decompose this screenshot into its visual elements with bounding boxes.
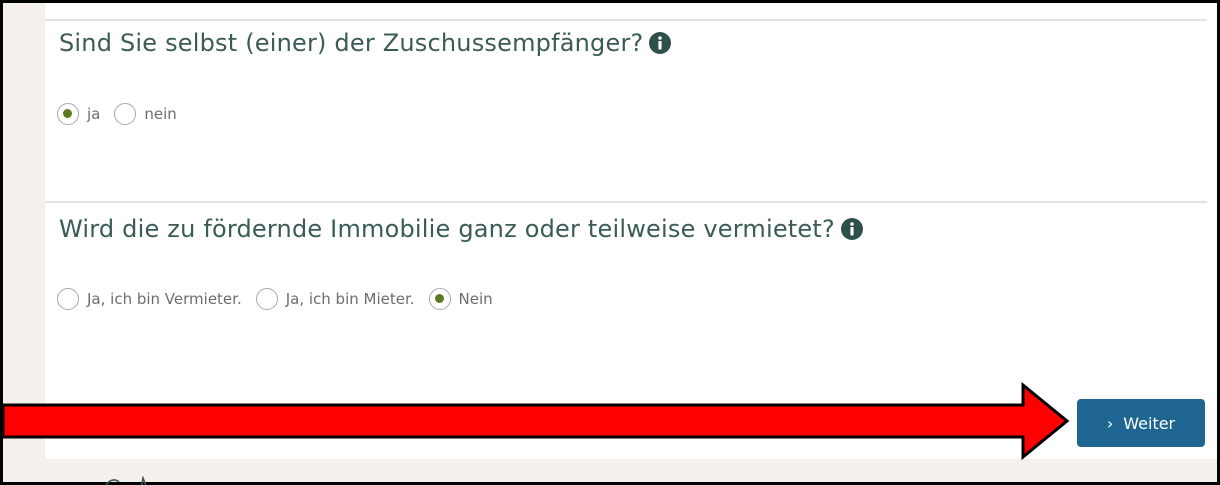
- info-icon[interactable]: [649, 32, 672, 54]
- question-2-text: Wird die zu fördernde Immobilie ganz ode…: [59, 215, 835, 243]
- radio-label: Ja, ich bin Vermieter.: [87, 290, 242, 308]
- radio-option-vermieter[interactable]: Ja, ich bin Vermieter.: [57, 288, 242, 310]
- radio-button-mieter[interactable]: [255, 288, 278, 310]
- next-button-label: Weiter: [1123, 413, 1176, 433]
- radio-label: Ja, ich bin Mieter.: [285, 290, 415, 308]
- question-1-text: Sind Sie selbst (einer) der Zuschussempf…: [59, 29, 644, 57]
- info-icon[interactable]: [840, 218, 863, 240]
- radio-label: ja: [87, 105, 101, 123]
- chevron-right-icon: ›: [1106, 413, 1114, 433]
- next-button[interactable]: › Weiter: [1077, 399, 1205, 447]
- radio-group-rental: Ja, ich bin Vermieter. Ja, ich bin Miete…: [57, 288, 507, 310]
- question-1-title: Sind Sie selbst (einer) der Zuschussempf…: [59, 29, 672, 57]
- clipped-content: [45, 473, 185, 485]
- page-frame: Sind Sie selbst (einer) der Zuschussempf…: [0, 0, 1220, 485]
- section-divider: [45, 19, 1207, 21]
- question-2-title: Wird die zu fördernde Immobilie ganz ode…: [59, 215, 863, 243]
- radio-label: Nein: [458, 290, 493, 308]
- section-divider: [45, 201, 1207, 203]
- radio-option-nein[interactable]: nein: [114, 103, 177, 125]
- radio-option-mieter[interactable]: Ja, ich bin Mieter.: [255, 288, 415, 310]
- radio-button-vermieter[interactable]: [57, 288, 79, 310]
- radio-button-nein[interactable]: [114, 103, 137, 125]
- radio-button-ja[interactable]: [57, 103, 79, 125]
- red-arrow-icon: [3, 381, 1070, 461]
- radio-option-ja[interactable]: ja: [57, 103, 100, 125]
- radio-label: nein: [144, 105, 177, 123]
- radio-option-nein[interactable]: Nein: [428, 288, 493, 310]
- radio-group-recipient: ja nein: [57, 103, 191, 125]
- radio-button-nein[interactable]: [428, 288, 451, 310]
